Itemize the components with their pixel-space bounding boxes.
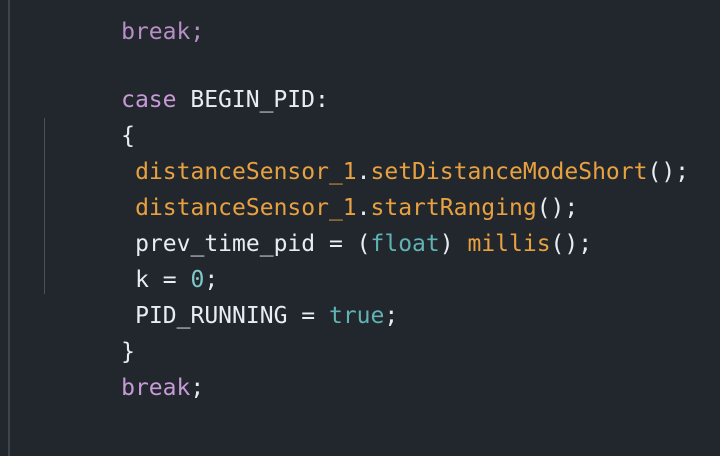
top-fragment: break;	[121, 19, 205, 45]
statement-end: ;	[384, 303, 399, 329]
code-line-5: PID_RUNNING = true;	[52, 262, 398, 329]
boolean-literal: true	[328, 303, 385, 329]
code-line-2: distanceSensor_1.startRanging();	[52, 154, 578, 221]
function-call: millis	[467, 231, 551, 257]
type-keyword: float	[370, 231, 440, 257]
code-line-close-brace: }	[38, 298, 135, 365]
call-tail: ();	[647, 159, 690, 185]
gutter-divider	[8, 0, 10, 456]
code-editor[interactable]: break; case BEGIN_PID: { distanceSensor_…	[0, 0, 720, 456]
call-tail: ();	[550, 231, 593, 257]
case-label: BEGIN_PID:	[190, 87, 329, 113]
code-line-1: distanceSensor_1.setDistanceModeShort();	[52, 118, 689, 185]
assignment-lhs: PID_RUNNING =	[135, 303, 329, 329]
statement-end: ;	[190, 375, 205, 401]
break-keyword: break	[121, 375, 191, 401]
code-line-partial: break;	[38, 0, 204, 45]
code-line-case: case BEGIN_PID:	[38, 46, 329, 113]
code-line-3: prev_time_pid = (float) millis();	[52, 190, 592, 257]
code-line-break: break;	[38, 334, 204, 401]
code-line-open-brace: {	[38, 82, 135, 149]
code-line-4: k = 0;	[52, 226, 218, 293]
code-area[interactable]: break; case BEGIN_PID: { distanceSensor_…	[38, 0, 720, 456]
cast-close: )	[439, 231, 468, 257]
